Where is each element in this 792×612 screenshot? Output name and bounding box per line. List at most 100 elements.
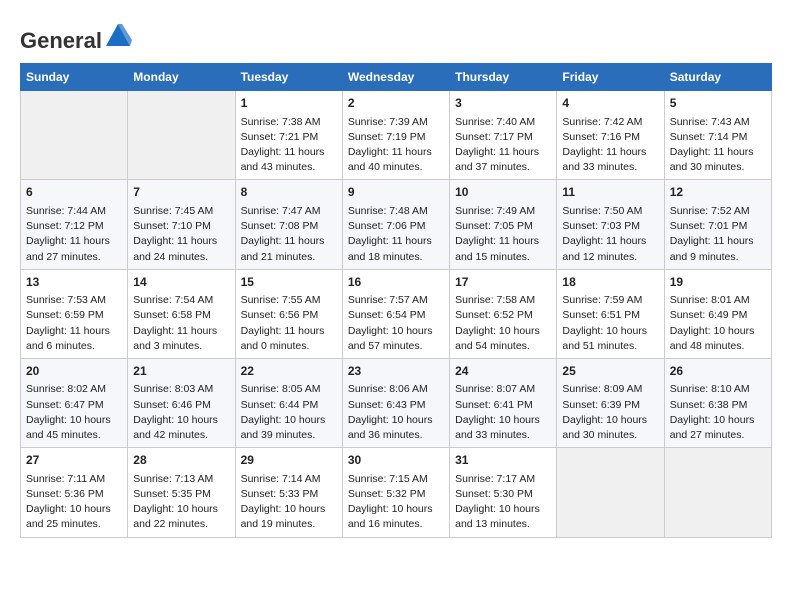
logo: General: [20, 20, 132, 47]
daylight-text: Daylight: 11 hours and 40 minutes.: [348, 146, 432, 173]
calendar-cell: [128, 91, 235, 180]
page-header: General: [20, 20, 772, 47]
week-row-5: 27Sunrise: 7:11 AMSunset: 5:36 PMDayligh…: [21, 448, 772, 537]
sunrise-text: Sunrise: 8:06 AM: [348, 383, 428, 395]
sunrise-text: Sunrise: 7:52 AM: [670, 205, 750, 217]
calendar-cell: 24Sunrise: 8:07 AMSunset: 6:41 PMDayligh…: [450, 358, 557, 447]
sunset-text: Sunset: 7:12 PM: [26, 220, 104, 232]
calendar-cell: 22Sunrise: 8:05 AMSunset: 6:44 PMDayligh…: [235, 358, 342, 447]
daylight-text: Daylight: 11 hours and 21 minutes.: [241, 235, 325, 262]
daylight-text: Daylight: 10 hours and 45 minutes.: [26, 414, 111, 441]
day-number: 30: [348, 452, 444, 469]
day-number: 18: [562, 274, 658, 291]
column-header-friday: Friday: [557, 64, 664, 91]
day-number: 28: [133, 452, 229, 469]
sunset-text: Sunset: 5:35 PM: [133, 488, 211, 500]
calendar-cell: [21, 91, 128, 180]
sunset-text: Sunset: 6:59 PM: [26, 309, 104, 321]
calendar-cell: 9 Sunrise: 7:48 AM Sunset: 7:06 PM Daylight…: [342, 180, 449, 269]
week-row-4: 20Sunrise: 8:02 AMSunset: 6:47 PMDayligh…: [21, 358, 772, 447]
sunrise-text: Sunrise: 7:43 AM: [670, 116, 750, 128]
daylight-text: Daylight: 10 hours and 19 minutes.: [241, 503, 326, 530]
sunrise-text: Sunrise: 8:09 AM: [562, 383, 642, 395]
calendar-cell: 8Sunrise: 7:47 AMSunset: 7:08 PMDaylight…: [235, 180, 342, 269]
daylight-text: Daylight: 10 hours and 25 minutes.: [26, 503, 111, 530]
sunrise-text: Sunrise: 7:39 AM: [348, 116, 428, 128]
sunset-text: Sunset: 6:54 PM: [348, 309, 426, 321]
sunset-text: Sunset: 7:10 PM: [133, 220, 211, 232]
day-number: 7: [133, 184, 229, 201]
sunrise-text: Sunrise: 7:11 AM: [26, 473, 105, 485]
sunrise-text: Sunrise: 7:44 AM: [26, 205, 106, 217]
daylight-text: Daylight: 10 hours and 27 minutes.: [670, 414, 755, 441]
logo-icon: [104, 20, 132, 48]
calendar-cell: 4Sunrise: 7:42 AMSunset: 7:16 PMDaylight…: [557, 91, 664, 180]
sunset-text: Sunset: 5:30 PM: [455, 488, 533, 500]
daylight-text: Daylight: 10 hours and 13 minutes.: [455, 503, 540, 530]
sunrise-text: Sunrise: 7:14 AM: [241, 473, 321, 485]
sunset-text: Sunset: 6:52 PM: [455, 309, 533, 321]
sunrise-text: Sunrise: 7:47 AM: [241, 205, 321, 217]
column-header-sunday: Sunday: [21, 64, 128, 91]
sunrise-text: Sunrise: 8:02 AM: [26, 383, 106, 395]
sunset-text: Sunset: 6:44 PM: [241, 399, 319, 411]
sunset-text: Sunset: 6:38 PM: [670, 399, 748, 411]
sunrise-text: Sunrise: 7:53 AM: [26, 294, 106, 306]
sunset-text: Sunset: 7:03 PM: [562, 220, 640, 232]
day-number: 26: [670, 363, 766, 380]
calendar-cell: 14Sunrise: 7:54 AMSunset: 6:58 PMDayligh…: [128, 269, 235, 358]
sunset-text: Sunset: 5:33 PM: [241, 488, 319, 500]
calendar-cell: 15Sunrise: 7:55 AMSunset: 6:56 PMDayligh…: [235, 269, 342, 358]
day-number: 20: [26, 363, 122, 380]
daylight-text: Daylight: 11 hours and 33 minutes.: [562, 146, 646, 173]
column-header-saturday: Saturday: [664, 64, 771, 91]
day-number: 11: [562, 184, 658, 201]
daylight-text: Daylight: 11 hours and 12 minutes.: [562, 235, 646, 262]
calendar-cell: 1Sunrise: 7:38 AMSunset: 7:21 PMDaylight…: [235, 91, 342, 180]
daylight-text: Daylight: 10 hours and 42 minutes.: [133, 414, 218, 441]
sunrise-text: Sunrise: 8:03 AM: [133, 383, 213, 395]
day-number: 14: [133, 274, 229, 291]
daylight-text: Daylight: 11 hours and 43 minutes.: [241, 146, 325, 173]
calendar-cell: 12Sunrise: 7:52 AMSunset: 7:01 PMDayligh…: [664, 180, 771, 269]
daylight-text: Daylight: 11 hours and 24 minutes.: [133, 235, 217, 262]
daylight-text: Daylight: 10 hours and 16 minutes.: [348, 503, 433, 530]
sunset-text: Sunset: 7:14 PM: [670, 131, 748, 143]
calendar-cell: 25Sunrise: 8:09 AMSunset: 6:39 PMDayligh…: [557, 358, 664, 447]
column-header-thursday: Thursday: [450, 64, 557, 91]
calendar-cell: [664, 448, 771, 537]
day-number: 27: [26, 452, 122, 469]
sunrise-text: Sunrise: 7:55 AM: [241, 294, 321, 306]
sunrise-text: Sunrise: 7:57 AM: [348, 294, 428, 306]
day-number: 4: [562, 95, 658, 112]
day-number: 15: [241, 274, 337, 291]
sunrise-text: Sunrise: 8:07 AM: [455, 383, 535, 395]
day-number: 19: [670, 274, 766, 291]
daylight-text: Daylight: 10 hours and 51 minutes.: [562, 325, 647, 352]
daylight-text: Daylight: 10 hours and 39 minutes.: [241, 414, 326, 441]
sunset-text: Sunset: 7:06 PM: [348, 220, 426, 232]
calendar-cell: [557, 448, 664, 537]
daylight-text: Daylight: 10 hours and 57 minutes.: [348, 325, 433, 352]
day-number: 22: [241, 363, 337, 380]
daylight-text: Daylight: 10 hours and 48 minutes.: [670, 325, 755, 352]
day-number: 9: [348, 184, 444, 201]
calendar-cell: 17Sunrise: 7:58 AMSunset: 6:52 PMDayligh…: [450, 269, 557, 358]
daylight-text: Daylight: 10 hours and 54 minutes.: [455, 325, 540, 352]
calendar-cell: 20Sunrise: 8:02 AMSunset: 6:47 PMDayligh…: [21, 358, 128, 447]
sunrise-text: Sunrise: 7:48 AM: [348, 205, 428, 217]
calendar-cell: 18Sunrise: 7:59 AMSunset: 6:51 PMDayligh…: [557, 269, 664, 358]
sunset-text: Sunset: 6:58 PM: [133, 309, 211, 321]
day-number: 6: [26, 184, 122, 201]
sunrise-text: Sunrise: 7:54 AM: [133, 294, 213, 306]
sunset-text: Sunset: 6:41 PM: [455, 399, 533, 411]
daylight-text: Daylight: 11 hours and 18 minutes.: [348, 235, 432, 262]
calendar-cell: 6Sunrise: 7:44 AMSunset: 7:12 PMDaylight…: [21, 180, 128, 269]
calendar-cell: 2Sunrise: 7:39 AMSunset: 7:19 PMDaylight…: [342, 91, 449, 180]
day-number: 12: [670, 184, 766, 201]
sunset-text: Sunset: 6:56 PM: [241, 309, 319, 321]
day-number: 24: [455, 363, 551, 380]
calendar-cell: 5Sunrise: 7:43 AMSunset: 7:14 PMDaylight…: [664, 91, 771, 180]
sunrise-text: Sunrise: 7:42 AM: [562, 116, 642, 128]
sunrise-text: Sunrise: 7:45 AM: [133, 205, 213, 217]
